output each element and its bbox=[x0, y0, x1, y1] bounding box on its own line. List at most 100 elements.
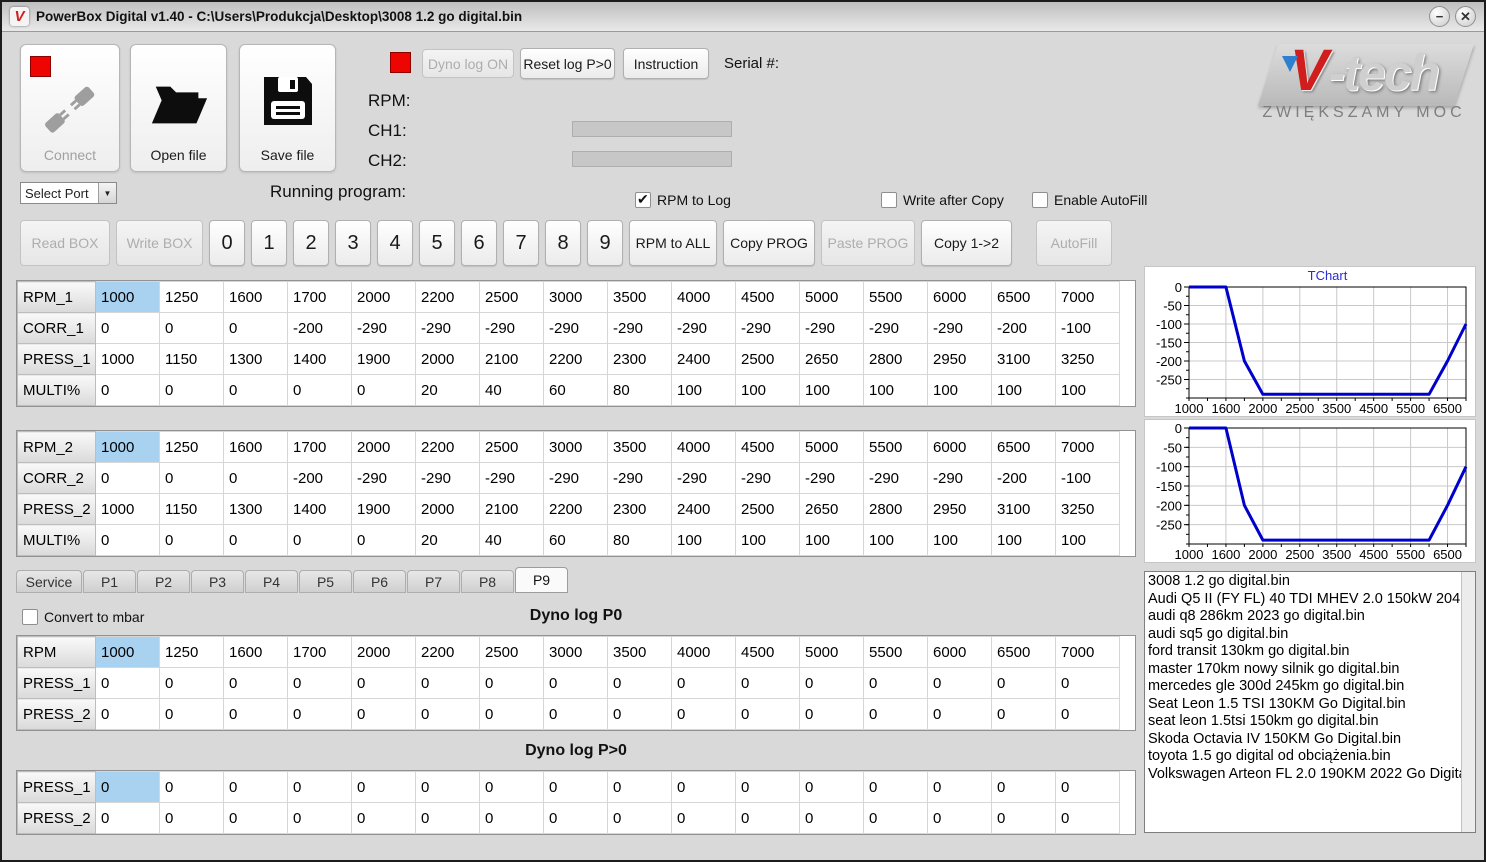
grid-cell[interactable]: 1000 bbox=[95, 281, 160, 313]
grid-cell[interactable]: 0 bbox=[415, 771, 480, 803]
grid-cell[interactable]: 0 bbox=[95, 462, 160, 494]
grid-cell[interactable]: -290 bbox=[415, 312, 480, 344]
grid-cell[interactable]: 0 bbox=[735, 667, 800, 699]
grid-cell[interactable]: 1300 bbox=[223, 493, 288, 525]
tab-p9[interactable]: P9 bbox=[515, 567, 568, 593]
grid-cell[interactable]: 100 bbox=[671, 374, 736, 406]
program-digit-button-5[interactable]: 5 bbox=[419, 220, 455, 266]
grid-cell[interactable]: 0 bbox=[607, 698, 672, 730]
grid-cell[interactable]: 40 bbox=[479, 524, 544, 556]
program-digit-button-8[interactable]: 8 bbox=[545, 220, 581, 266]
grid-cell[interactable]: 4000 bbox=[671, 281, 736, 313]
tab-p1[interactable]: P1 bbox=[83, 570, 136, 593]
copy-1-2-button[interactable]: Copy 1->2 bbox=[921, 220, 1012, 266]
minimize-button[interactable]: − bbox=[1429, 6, 1450, 27]
grid-cell[interactable]: 0 bbox=[351, 771, 416, 803]
grid-cell[interactable]: 2650 bbox=[799, 493, 864, 525]
grid-cell[interactable]: 0 bbox=[223, 667, 288, 699]
tab-p6[interactable]: P6 bbox=[353, 570, 406, 593]
grid-cell[interactable]: 0 bbox=[223, 524, 288, 556]
grid-cell[interactable]: 0 bbox=[1055, 667, 1120, 699]
grid-cell[interactable]: 0 bbox=[159, 698, 224, 730]
grid-cell[interactable]: 2400 bbox=[671, 343, 736, 375]
grid-cell[interactable]: 0 bbox=[543, 698, 608, 730]
grid-cell[interactable]: 0 bbox=[863, 771, 928, 803]
grid-cell[interactable]: -100 bbox=[1055, 312, 1120, 344]
grid-cell[interactable]: 100 bbox=[927, 524, 992, 556]
program-digit-button-3[interactable]: 3 bbox=[335, 220, 371, 266]
grid-cell[interactable]: 100 bbox=[799, 374, 864, 406]
grid-cell[interactable]: 100 bbox=[991, 524, 1056, 556]
grid-cell[interactable]: 0 bbox=[223, 771, 288, 803]
grid-cell[interactable]: 100 bbox=[1055, 374, 1120, 406]
grid-cell[interactable]: 100 bbox=[671, 524, 736, 556]
grid-cell[interactable]: 3000 bbox=[543, 431, 608, 463]
grid-cell[interactable]: 0 bbox=[991, 698, 1056, 730]
grid-cell[interactable]: 1600 bbox=[223, 281, 288, 313]
grid-cell[interactable]: 0 bbox=[991, 802, 1056, 834]
grid-cell[interactable]: 0 bbox=[1055, 698, 1120, 730]
grid-cell[interactable]: 80 bbox=[607, 524, 672, 556]
grid-cell[interactable]: 2500 bbox=[479, 431, 544, 463]
grid-cell[interactable]: 1250 bbox=[159, 431, 224, 463]
grid-cell[interactable]: 0 bbox=[287, 524, 352, 556]
grid-cell[interactable]: 5000 bbox=[799, 636, 864, 668]
grid-cell[interactable]: 6500 bbox=[991, 431, 1056, 463]
grid-cell[interactable]: 0 bbox=[543, 802, 608, 834]
grid-cell[interactable]: 80 bbox=[607, 374, 672, 406]
grid-cell[interactable]: 3250 bbox=[1055, 343, 1120, 375]
grid-cell[interactable]: 0 bbox=[1055, 771, 1120, 803]
grid-cell[interactable]: 0 bbox=[927, 771, 992, 803]
grid-cell[interactable]: 2500 bbox=[735, 493, 800, 525]
grid-cell[interactable]: 0 bbox=[735, 771, 800, 803]
grid-cell[interactable]: 0 bbox=[95, 312, 160, 344]
grid-cell[interactable]: 0 bbox=[799, 771, 864, 803]
list-item[interactable]: Volkswagen Arteon FL 2.0 190KM 2022 Go D… bbox=[1148, 766, 1461, 784]
grid-cell[interactable]: 0 bbox=[415, 667, 480, 699]
grid-cell[interactable]: 0 bbox=[287, 802, 352, 834]
grid-cell[interactable]: 0 bbox=[479, 698, 544, 730]
grid-cell[interactable]: 0 bbox=[607, 802, 672, 834]
grid-cell[interactable]: 0 bbox=[543, 771, 608, 803]
grid-cell[interactable]: 1250 bbox=[159, 636, 224, 668]
grid-cell[interactable]: 1600 bbox=[223, 431, 288, 463]
grid-cell[interactable]: 0 bbox=[95, 802, 160, 834]
grid-cell[interactable]: -200 bbox=[287, 462, 352, 494]
grid-cell[interactable]: 0 bbox=[95, 771, 160, 803]
grid-cell[interactable]: 6000 bbox=[927, 431, 992, 463]
tab-p4[interactable]: P4 bbox=[245, 570, 298, 593]
grid-cell[interactable]: 1250 bbox=[159, 281, 224, 313]
checkbox-box[interactable] bbox=[881, 192, 897, 208]
tab-p5[interactable]: P5 bbox=[299, 570, 352, 593]
dyno-log-on-button[interactable]: Dyno log ON bbox=[422, 49, 514, 78]
grid-cell[interactable]: 2100 bbox=[479, 493, 544, 525]
grid-cell[interactable]: 0 bbox=[735, 802, 800, 834]
grid-cell[interactable]: 2000 bbox=[351, 636, 416, 668]
list-item[interactable]: audi sq5 go digital.bin bbox=[1148, 626, 1461, 644]
tab-p7[interactable]: P7 bbox=[407, 570, 460, 593]
grid-cell[interactable]: 3500 bbox=[607, 281, 672, 313]
grid-cell[interactable]: -200 bbox=[991, 312, 1056, 344]
list-item[interactable]: ford transit 130km go digital.bin bbox=[1148, 643, 1461, 661]
grid-cell[interactable]: -290 bbox=[671, 462, 736, 494]
read-box-button[interactable]: Read BOX bbox=[20, 220, 110, 266]
grid-cell[interactable]: 2400 bbox=[671, 493, 736, 525]
tab-p8[interactable]: P8 bbox=[461, 570, 514, 593]
grid-cell[interactable]: 2200 bbox=[415, 636, 480, 668]
grid-cell[interactable]: 0 bbox=[159, 802, 224, 834]
grid-cell[interactable]: 0 bbox=[159, 312, 224, 344]
grid-cell[interactable]: 100 bbox=[863, 524, 928, 556]
grid-cell[interactable]: 5000 bbox=[799, 281, 864, 313]
program-digit-button-9[interactable]: 9 bbox=[587, 220, 623, 266]
grid-cell[interactable]: 0 bbox=[991, 667, 1056, 699]
grid-cell[interactable]: 0 bbox=[927, 698, 992, 730]
paste-prog-button[interactable]: Paste PROG bbox=[821, 220, 915, 266]
grid-cell[interactable]: 1000 bbox=[95, 343, 160, 375]
grid-cell[interactable]: 2800 bbox=[863, 493, 928, 525]
grid-cell[interactable]: 0 bbox=[95, 374, 160, 406]
rpm-to-log-checkbox[interactable]: RPM to Log bbox=[635, 191, 731, 208]
grid-cell[interactable]: 0 bbox=[223, 698, 288, 730]
grid-cell[interactable]: 0 bbox=[607, 771, 672, 803]
grid-cell[interactable]: -290 bbox=[607, 312, 672, 344]
grid-cell[interactable]: 0 bbox=[95, 698, 160, 730]
